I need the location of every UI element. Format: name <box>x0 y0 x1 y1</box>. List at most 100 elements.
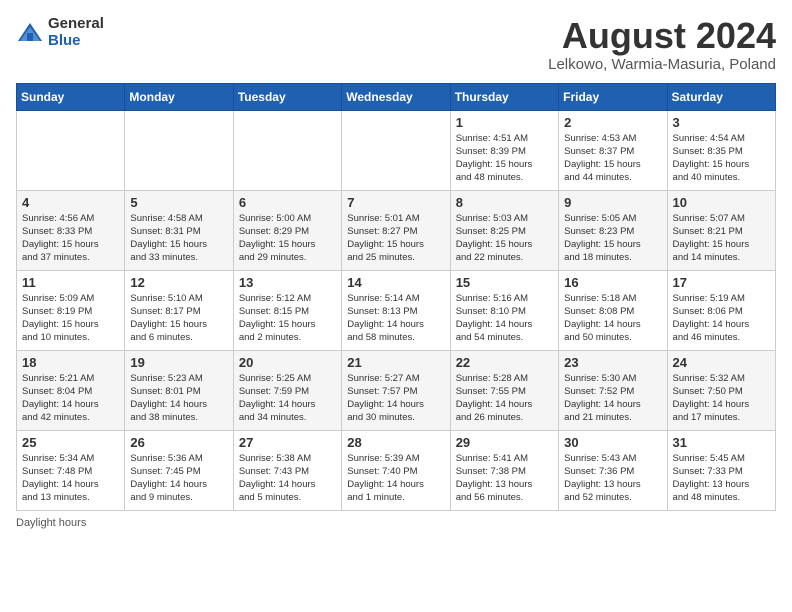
day-info: Sunrise: 5:25 AM Sunset: 7:59 PM Dayligh… <box>239 372 336 425</box>
day-info: Sunrise: 5:27 AM Sunset: 7:57 PM Dayligh… <box>347 372 444 425</box>
day-info: Sunrise: 5:21 AM Sunset: 8:04 PM Dayligh… <box>22 372 119 425</box>
day-info: Sunrise: 5:12 AM Sunset: 8:15 PM Dayligh… <box>239 292 336 345</box>
day-number: 25 <box>22 435 119 450</box>
day-number: 18 <box>22 355 119 370</box>
day-number: 24 <box>673 355 770 370</box>
day-info: Sunrise: 5:32 AM Sunset: 7:50 PM Dayligh… <box>673 372 770 425</box>
logo-icon <box>16 19 44 47</box>
day-info: Sunrise: 5:28 AM Sunset: 7:55 PM Dayligh… <box>456 372 553 425</box>
day-info: Sunrise: 4:54 AM Sunset: 8:35 PM Dayligh… <box>673 132 770 185</box>
calendar-cell: 4 Sunrise: 4:56 AM Sunset: 8:33 PM Daylig… <box>17 190 125 270</box>
day-number: 7 <box>347 195 444 210</box>
calendar-cell: 31Sunrise: 5:45 AM Sunset: 7:33 PM Dayli… <box>667 430 775 510</box>
day-number: 5 <box>130 195 227 210</box>
footer: Daylight hours <box>16 517 776 529</box>
day-info: Sunrise: 5:39 AM Sunset: 7:40 PM Dayligh… <box>347 452 444 505</box>
day-number: 2 <box>564 115 661 130</box>
day-number: 14 <box>347 275 444 290</box>
calendar-cell: 22 Sunrise: 5:28 AM Sunset: 7:55 PM Dayli… <box>450 350 558 430</box>
day-info: Sunrise: 5:34 AM Sunset: 7:48 PM Dayligh… <box>22 452 119 505</box>
day-number: 12 <box>130 275 227 290</box>
day-number: 4 <box>22 195 119 210</box>
day-number: 16 <box>564 275 661 290</box>
calendar-title: August 2024 <box>548 16 776 56</box>
header-day-wednesday: Wednesday <box>342 83 450 110</box>
calendar-cell: 23 Sunrise: 5:30 AM Sunset: 7:52 PM Dayli… <box>559 350 667 430</box>
day-number: 23 <box>564 355 661 370</box>
day-info: Sunrise: 4:51 AM Sunset: 8:39 PM Dayligh… <box>456 132 553 185</box>
day-number: 17 <box>673 275 770 290</box>
calendar-cell: 21Sunrise: 5:27 AM Sunset: 7:57 PM Dayli… <box>342 350 450 430</box>
week-row-1: 4 Sunrise: 4:56 AM Sunset: 8:33 PM Daylig… <box>17 190 776 270</box>
calendar-cell: 7 Sunrise: 5:01 AM Sunset: 8:27 PM Daylig… <box>342 190 450 270</box>
day-info: Sunrise: 5:03 AM Sunset: 8:25 PM Dayligh… <box>456 212 553 265</box>
calendar-subtitle: Lelkowo, Warmia-Masuria, Poland <box>548 56 776 73</box>
calendar-cell: 28Sunrise: 5:39 AM Sunset: 7:40 PM Dayli… <box>342 430 450 510</box>
day-number: 22 <box>456 355 553 370</box>
calendar-cell: 1 Sunrise: 4:51 AM Sunset: 8:39 PM Daylig… <box>450 110 558 190</box>
day-info: Sunrise: 4:58 AM Sunset: 8:31 PM Dayligh… <box>130 212 227 265</box>
week-row-3: 18 Sunrise: 5:21 AM Sunset: 8:04 PM Dayli… <box>17 350 776 430</box>
day-number: 8 <box>456 195 553 210</box>
calendar-cell: 13 Sunrise: 5:12 AM Sunset: 8:15 PM Dayli… <box>233 270 341 350</box>
calendar-cell: 3 Sunrise: 4:54 AM Sunset: 8:35 PM Daylig… <box>667 110 775 190</box>
day-info: Sunrise: 5:36 AM Sunset: 7:45 PM Dayligh… <box>130 452 227 505</box>
day-number: 19 <box>130 355 227 370</box>
logo-text: General Blue <box>48 16 104 49</box>
calendar-cell: 18 Sunrise: 5:21 AM Sunset: 8:04 PM Dayli… <box>17 350 125 430</box>
calendar-cell: 12 Sunrise: 5:10 AM Sunset: 8:17 PM Dayli… <box>125 270 233 350</box>
daylight-hours-label: Daylight hours <box>16 517 86 529</box>
header-day-tuesday: Tuesday <box>233 83 341 110</box>
calendar-cell: 17 Sunrise: 5:19 AM Sunset: 8:06 PM Dayli… <box>667 270 775 350</box>
day-info: Sunrise: 5:43 AM Sunset: 7:36 PM Dayligh… <box>564 452 661 505</box>
title-block: August 2024 Lelkowo, Warmia-Masuria, Pol… <box>548 16 776 73</box>
day-number: 27 <box>239 435 336 450</box>
logo-general: General <box>48 16 104 33</box>
day-number: 11 <box>22 275 119 290</box>
day-info: Sunrise: 5:09 AM Sunset: 8:19 PM Dayligh… <box>22 292 119 345</box>
day-number: 13 <box>239 275 336 290</box>
day-info: Sunrise: 5:01 AM Sunset: 8:27 PM Dayligh… <box>347 212 444 265</box>
day-number: 29 <box>456 435 553 450</box>
day-number: 6 <box>239 195 336 210</box>
day-number: 26 <box>130 435 227 450</box>
logo: General Blue <box>16 16 104 49</box>
calendar-cell <box>342 110 450 190</box>
day-info: Sunrise: 5:23 AM Sunset: 8:01 PM Dayligh… <box>130 372 227 425</box>
calendar-cell: 10Sunrise: 5:07 AM Sunset: 8:21 PM Dayli… <box>667 190 775 270</box>
calendar-cell: 27 Sunrise: 5:38 AM Sunset: 7:43 PM Dayli… <box>233 430 341 510</box>
day-info: Sunrise: 5:05 AM Sunset: 8:23 PM Dayligh… <box>564 212 661 265</box>
week-row-4: 25 Sunrise: 5:34 AM Sunset: 7:48 PM Dayli… <box>17 430 776 510</box>
calendar-cell: 19 Sunrise: 5:23 AM Sunset: 8:01 PM Dayli… <box>125 350 233 430</box>
day-number: 1 <box>456 115 553 130</box>
calendar-cell <box>17 110 125 190</box>
day-info: Sunrise: 5:30 AM Sunset: 7:52 PM Dayligh… <box>564 372 661 425</box>
day-number: 15 <box>456 275 553 290</box>
calendar-cell <box>125 110 233 190</box>
calendar-table: SundayMondayTuesdayWednesdayThursdayFrid… <box>16 83 776 511</box>
calendar-cell: 2 Sunrise: 4:53 AM Sunset: 8:37 PM Daylig… <box>559 110 667 190</box>
day-info: Sunrise: 5:07 AM Sunset: 8:21 PM Dayligh… <box>673 212 770 265</box>
calendar-cell: 14Sunrise: 5:14 AM Sunset: 8:13 PM Dayli… <box>342 270 450 350</box>
header-day-monday: Monday <box>125 83 233 110</box>
day-info: Sunrise: 5:10 AM Sunset: 8:17 PM Dayligh… <box>130 292 227 345</box>
header-day-sunday: Sunday <box>17 83 125 110</box>
logo-blue: Blue <box>48 33 104 50</box>
day-info: Sunrise: 4:56 AM Sunset: 8:33 PM Dayligh… <box>22 212 119 265</box>
header-day-saturday: Saturday <box>667 83 775 110</box>
header-day-friday: Friday <box>559 83 667 110</box>
calendar-cell: 5 Sunrise: 4:58 AM Sunset: 8:31 PM Daylig… <box>125 190 233 270</box>
calendar-cell: 20 Sunrise: 5:25 AM Sunset: 7:59 PM Dayli… <box>233 350 341 430</box>
calendar-body: 1 Sunrise: 4:51 AM Sunset: 8:39 PM Daylig… <box>17 110 776 510</box>
day-info: Sunrise: 5:19 AM Sunset: 8:06 PM Dayligh… <box>673 292 770 345</box>
calendar-cell: 11 Sunrise: 5:09 AM Sunset: 8:19 PM Dayli… <box>17 270 125 350</box>
header-day-thursday: Thursday <box>450 83 558 110</box>
day-info: Sunrise: 4:53 AM Sunset: 8:37 PM Dayligh… <box>564 132 661 185</box>
day-info: Sunrise: 5:45 AM Sunset: 7:33 PM Dayligh… <box>673 452 770 505</box>
day-info: Sunrise: 5:41 AM Sunset: 7:38 PM Dayligh… <box>456 452 553 505</box>
calendar-cell: 30Sunrise: 5:43 AM Sunset: 7:36 PM Dayli… <box>559 430 667 510</box>
day-number: 20 <box>239 355 336 370</box>
day-info: Sunrise: 5:16 AM Sunset: 8:10 PM Dayligh… <box>456 292 553 345</box>
day-number: 3 <box>673 115 770 130</box>
day-info: Sunrise: 5:38 AM Sunset: 7:43 PM Dayligh… <box>239 452 336 505</box>
